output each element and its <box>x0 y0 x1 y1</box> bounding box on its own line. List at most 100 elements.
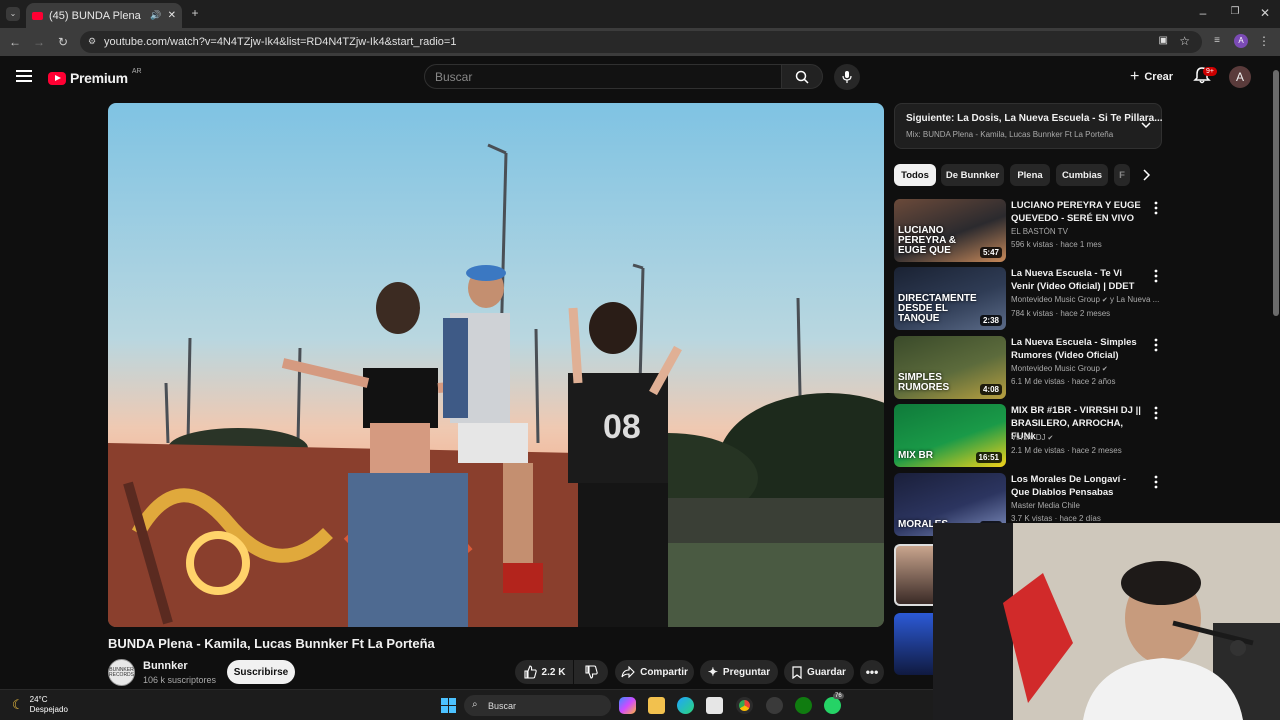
share-label: Compartir <box>640 666 688 678</box>
notification-badge: 9+ <box>1203 67 1217 76</box>
more-actions-button[interactable]: ••• <box>860 660 884 684</box>
profile-icon[interactable]: A <box>1234 34 1248 48</box>
speaker-icon[interactable]: 🔊 <box>150 10 161 21</box>
url-text: youtube.com/watch?v=4N4TZjw-Ik4&list=RD4… <box>104 36 457 48</box>
youtube-logo-icon <box>48 71 66 85</box>
weather-widget[interactable]: ☾ 24°C Despejado <box>12 695 68 715</box>
tab-close-icon[interactable]: ✕ <box>168 10 176 21</box>
more-options-icon[interactable] <box>1154 201 1158 215</box>
window-close-icon[interactable]: ✕ <box>1258 6 1272 20</box>
recommendation-thumbnail[interactable]: LUCIANO PEREYRA & EUGE QUE 5:47 <box>894 199 1006 262</box>
chevron-down-icon[interactable] <box>1139 118 1153 132</box>
recommendation-thumbnail[interactable]: DIRECTAMENTE DESDE EL TANQUE 2:38 <box>894 267 1006 330</box>
up-next-panel[interactable]: Siguiente: La Dosis, La Nueva Escuela - … <box>894 103 1163 149</box>
chrome-icon[interactable] <box>736 697 753 714</box>
account-avatar[interactable]: A <box>1229 66 1251 88</box>
video-duration: 5:47 <box>979 247 1002 258</box>
taskbar-search-label: Buscar <box>488 700 517 711</box>
xbox-icon[interactable] <box>795 697 812 714</box>
chip-cumbias[interactable]: Cumbias <box>1056 164 1108 186</box>
address-bar[interactable]: ⚙ youtube.com/watch?v=4N4TZjw-Ik4&list=R… <box>80 31 1202 53</box>
youtube-premium-logo[interactable]: Premium AR <box>48 68 142 86</box>
voice-search-button[interactable] <box>834 64 860 90</box>
up-next-subtitle: Mix: BUNDA Plena - Kamila, Lucas Bunnker… <box>906 130 1114 139</box>
search-icon: ⌕ <box>472 699 478 710</box>
recommendation-channel[interactable]: EL BASTÓN TV <box>1011 227 1161 236</box>
taskbar-search[interactable]: ⌕ Buscar <box>464 695 611 716</box>
more-options-icon[interactable] <box>1154 338 1158 352</box>
recommendation-thumbnail[interactable] <box>894 544 934 606</box>
browser-tab[interactable]: (45) BUNDA Plena - Kamila 🔊 ✕ <box>26 3 182 28</box>
more-options-icon[interactable] <box>1154 406 1158 420</box>
recommendation-title[interactable]: Los Morales De Longaví - Que Diablos Pen… <box>1011 473 1146 499</box>
menu-icon[interactable] <box>16 70 32 82</box>
recommendation-item[interactable]: LUCIANO PEREYRA & EUGE QUE 5:47 LUCIANO P… <box>894 199 1164 263</box>
channel-logo-text: BUNNKER RECORDS <box>109 666 135 678</box>
reload-icon[interactable]: ↻ <box>56 35 70 49</box>
browser-toolbar: ← → ↻ ⚙ youtube.com/watch?v=4N4TZjw-Ik4&… <box>0 28 1280 56</box>
video-duration: 16:51 <box>975 452 1002 463</box>
browser-menu-icon[interactable]: ⋮ <box>1258 34 1270 48</box>
create-button[interactable]: + Crear <box>1124 65 1179 89</box>
recommendation-title[interactable]: LUCIANO PEREYRA Y EUGE QUEVEDO - SERÉ EN… <box>1011 199 1146 225</box>
file-explorer-icon[interactable] <box>648 697 665 714</box>
new-tab-icon[interactable]: + <box>188 6 202 20</box>
copilot-icon[interactable] <box>619 697 636 714</box>
share-button[interactable]: Compartir <box>615 660 694 684</box>
more-options-icon[interactable] <box>1154 475 1158 489</box>
recommendation-item[interactable]: SIMPLES RUMORES 4:08 La Nueva Escuela - S… <box>894 336 1164 400</box>
thumbnail-text: MIX BR <box>898 450 933 461</box>
like-button[interactable]: 2.2 K <box>515 660 573 684</box>
ask-label: Preguntar <box>722 666 771 678</box>
minimize-icon[interactable]: – <box>1196 6 1210 20</box>
recommendation-channel[interactable]: Montevideo Music Group ✔ y La Nueva ... <box>1011 295 1161 304</box>
thumbs-down-icon <box>585 665 598 679</box>
webcam-overlay <box>933 523 1280 720</box>
channel-name[interactable]: Bunnker <box>143 660 188 672</box>
windows-start-icon[interactable] <box>440 697 457 714</box>
restore-icon[interactable]: ❐ <box>1228 6 1242 17</box>
recommendation-item[interactable]: MIX BR 16:51 MIX BR #1BR - VIRRSHI DJ || … <box>894 404 1164 468</box>
verified-icon: ✔ <box>1099 297 1108 304</box>
recommendation-thumbnail[interactable] <box>894 613 934 675</box>
dislike-button[interactable] <box>574 660 608 684</box>
forward-icon[interactable]: → <box>32 35 46 49</box>
recommendation-title[interactable]: La Nueva Escuela - Simples Rumores (Vide… <box>1011 336 1146 362</box>
more-options-icon[interactable] <box>1154 269 1158 283</box>
bookmark-star-icon[interactable]: ☆ <box>1179 34 1190 48</box>
site-info-icon[interactable]: ⚙ <box>88 36 96 47</box>
chips-next-button[interactable] <box>1137 166 1155 184</box>
search-button[interactable] <box>781 64 823 89</box>
recommendation-item[interactable]: DIRECTAMENTE DESDE EL TANQUE 2:38 La Nuev… <box>894 267 1164 331</box>
recommendation-channel[interactable]: Master Media Chile <box>1011 501 1161 510</box>
chip-partial[interactable]: F <box>1114 164 1130 186</box>
edge-icon[interactable] <box>677 697 694 714</box>
chip-de-bunnker[interactable]: De Bunnker <box>941 164 1004 186</box>
page-scrollbar-thumb[interactable] <box>1273 70 1279 316</box>
whatsapp-icon[interactable] <box>824 697 841 714</box>
video-player[interactable]: 08 <box>108 103 884 627</box>
reading-list-icon[interactable]: ≡ <box>1210 35 1224 46</box>
youtube-favicon-icon <box>32 11 43 20</box>
microphone-icon <box>842 71 852 83</box>
back-icon[interactable]: ← <box>8 35 22 49</box>
like-count: 2.2 K <box>541 666 566 678</box>
channel-avatar[interactable]: BUNNKER RECORDS <box>108 659 135 686</box>
subscribe-button[interactable]: Suscribirse <box>227 660 295 684</box>
chip-todos[interactable]: Todos <box>894 164 936 186</box>
store-icon[interactable] <box>706 697 723 714</box>
save-button[interactable]: Guardar <box>784 660 854 684</box>
recommendation-channel[interactable]: Montevideo Music Group ✔ <box>1011 364 1161 373</box>
search-input[interactable]: Buscar <box>424 64 782 89</box>
ask-button[interactable]: ✦ Preguntar <box>700 660 778 684</box>
tab-search-icon[interactable]: ⌄ <box>6 7 20 21</box>
chip-plena[interactable]: Plena <box>1010 164 1050 186</box>
recommendation-title[interactable]: La Nueva Escuela - Te Vi Venir (Video Of… <box>1011 267 1146 293</box>
search-placeholder: Buscar <box>435 69 473 84</box>
install-icon[interactable]: ▣ <box>1159 35 1168 46</box>
recommendation-thumbnail[interactable]: SIMPLES RUMORES 4:08 <box>894 336 1006 399</box>
steam-icon[interactable] <box>766 697 783 714</box>
recommendation-channel[interactable]: Virrshi DJ ✔ <box>1011 433 1161 442</box>
weather-condition: Despejado <box>29 705 68 714</box>
recommendation-thumbnail[interactable]: MIX BR 16:51 <box>894 404 1006 467</box>
